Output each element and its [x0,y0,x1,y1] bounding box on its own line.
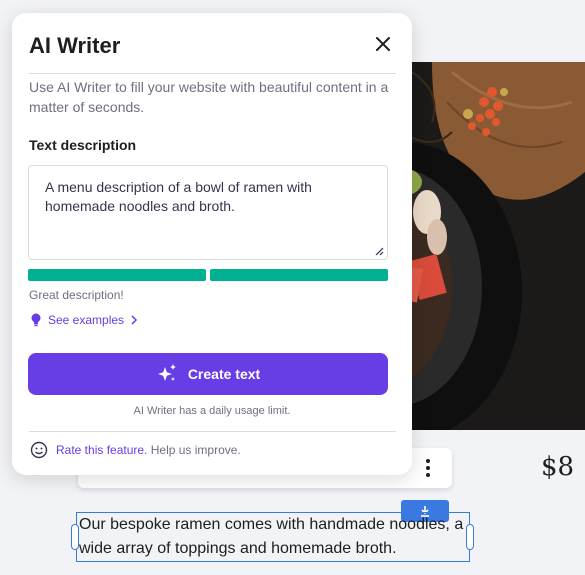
intro-text: Use AI Writer to fill your website with … [29,79,389,115]
quality-text: Great description! [29,288,124,302]
usage-limit-note: AI Writer has a daily usage limit. [133,405,291,417]
sparkles-icon [157,364,176,381]
more-options-icon[interactable] [418,458,438,478]
rate-feature-suffix: Help us improve. [150,443,241,457]
resize-handle-right[interactable] [466,524,474,550]
body-text[interactable]: Our bespoke ramen comes with handmade no… [79,513,465,561]
panel-title: AI Writer [29,33,121,58]
ai-writer-panel: AI Writer Use AI Writer to fill your web… [12,13,412,475]
chevron-right-icon [131,315,138,325]
see-examples-link[interactable]: See examples [30,313,138,327]
rate-feature-link[interactable]: Rate this feature. [56,443,147,457]
divider [29,73,396,74]
resize-grip-icon[interactable] [374,246,384,256]
create-text-label[interactable]: Create text [188,366,260,382]
selected-text-element[interactable]: Our bespoke ramen comes with handmade no… [76,512,470,562]
ramen-photo[interactable] [392,62,585,430]
price-label: $8 [541,452,575,482]
lightbulb-icon [31,313,41,327]
see-examples-label[interactable]: See examples [48,313,124,327]
close-button[interactable] [372,33,394,55]
quality-bar-segment [210,269,388,281]
description-text[interactable]: A menu description of a bowl of ramen wi… [45,178,365,216]
resize-handle-left[interactable] [71,524,79,550]
quality-bar-segment [28,269,206,281]
description-textarea[interactable]: A menu description of a bowl of ramen wi… [28,165,388,260]
smiley-icon [30,441,48,459]
create-text-button[interactable]: Create text [28,353,388,395]
rate-feature: Rate this feature. Help us improve. [30,441,241,459]
section-label: Text description [29,137,137,153]
divider [29,431,396,432]
close-icon [376,37,390,51]
